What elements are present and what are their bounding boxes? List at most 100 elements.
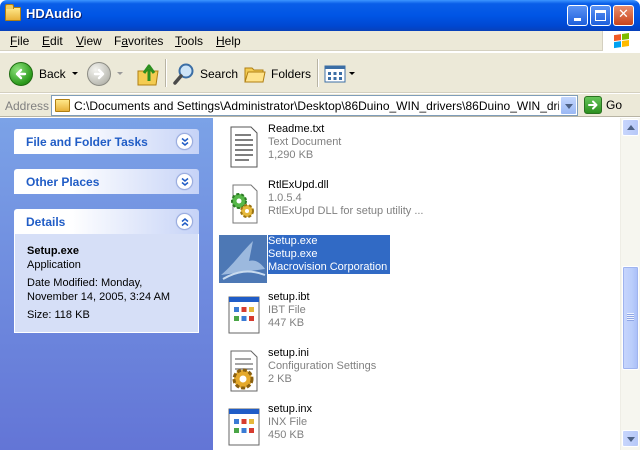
generic-file-icon [219,291,267,339]
file-name: RtlExUpd.dll [268,179,329,191]
other-places-panel: Other Places [14,169,199,194]
scroll-up-button[interactable] [622,119,639,136]
other-places-title: Other Places [26,175,100,189]
setup-exe-icon [219,235,267,283]
address-label: Address [5,99,50,113]
file-size: 1,290 KB [268,149,314,161]
file-folder-tasks-panel: File and Folder Tasks [14,129,199,154]
scroll-down-button[interactable] [622,430,639,447]
menu-help[interactable]: Help [216,34,241,48]
go-button[interactable]: Go [584,96,622,114]
views-icon [324,65,346,82]
up-button[interactable] [136,59,160,88]
details-file-name: Setup.exe [27,245,79,257]
up-folder-icon [137,64,159,85]
expand-chevron-icon[interactable] [176,133,193,150]
text-document-icon [219,123,267,171]
details-modified: Date Modified: Monday, [27,277,143,289]
file-folder-tasks-header[interactable]: File and Folder Tasks [14,129,199,154]
file-type: IBT File [268,304,306,316]
address-input[interactable]: C:\Documents and Settings\Administrator\… [51,95,578,116]
file-type: Text Document [268,136,342,148]
file-name: Setup.exe [268,235,318,247]
dll-gear-icon [219,179,267,227]
views-button[interactable] [324,59,355,88]
maximize-button[interactable] [590,5,611,26]
file-company: Macrovision Corporation [268,261,388,273]
address-bar: Address C:\Documents and Settings\Admini… [0,94,640,117]
task-pane: File and Folder Tasks Other Places Detai… [0,118,213,450]
maximize-icon [595,10,606,21]
views-dropdown-icon[interactable] [349,72,355,75]
menu-bar: File Edit View Favorites Tools Help [0,31,640,51]
back-button[interactable]: Back [9,59,78,88]
window-title: HDAudio [26,6,82,21]
folders-label: Folders [271,66,312,81]
address-path: C:\Documents and Settings\Administrator\… [74,99,559,113]
back-arrow-icon [9,61,33,86]
minimize-icon [574,18,581,21]
file-item[interactable]: setup.ibt IBT File 447 KB [213,288,613,342]
go-label: Go [606,98,623,112]
toolbar-separator [165,59,167,87]
scroll-thumb[interactable] [622,266,639,370]
file-item[interactable]: RtlExUpd.dll 1.0.5.4 RtlExUpd DLL for se… [213,176,613,230]
details-size: Size: 118 KB [27,309,90,321]
menu-file[interactable]: File [10,34,29,48]
file-item[interactable]: Readme.txt Text Document 1,290 KB [213,120,613,174]
file-item-selected[interactable]: Setup.exe Setup.exe Macrovision Corporat… [213,232,613,286]
file-folder-tasks-title: File and Folder Tasks [26,135,148,149]
go-arrow-icon [584,96,602,114]
search-button[interactable]: Search [172,59,238,88]
config-settings-icon [219,347,267,395]
details-title: Details [26,215,66,229]
menu-tools[interactable]: Tools [175,34,203,48]
file-size: 447 KB [268,317,305,329]
forward-arrow-icon [87,61,111,86]
windows-logo [602,31,640,51]
back-dropdown-icon[interactable] [71,72,78,75]
file-type: Configuration Settings [268,360,377,372]
file-item[interactable]: setup.ini Configuration Settings 2 KB [213,344,613,398]
file-item[interactable]: setup.inx INX File 450 KB [213,400,613,450]
collapse-chevron-icon[interactable] [176,213,193,230]
other-places-header[interactable]: Other Places [14,169,199,194]
details-modified-date: November 14, 2005, 3:24 AM [27,291,171,303]
toolbar-separator [317,59,319,87]
title-bar[interactable]: HDAudio ✕ [0,0,640,31]
windows-flag-icon [614,33,630,49]
file-type: INX File [268,416,308,428]
file-name: setup.ini [268,347,309,359]
file-description: RtlExUpd DLL for setup utility ... [268,205,424,217]
search-label: Search [200,66,239,81]
file-version: 1.0.5.4 [268,192,302,204]
menu-edit[interactable]: Edit [42,34,63,48]
menu-view[interactable]: View [76,34,102,48]
forward-dropdown-icon[interactable] [117,72,123,75]
details-body: Setup.exe Application Date Modified: Mon… [14,234,199,333]
file-size: 2 KB [268,373,292,385]
details-file-type: Application [27,259,81,271]
details-panel: Details Setup.exe Application Date Modif… [14,209,199,333]
file-description: Setup.exe [268,248,318,260]
vertical-scrollbar[interactable] [620,118,640,450]
forward-button[interactable] [87,59,123,88]
folder-icon [55,99,70,112]
folder-icon [5,4,21,21]
menu-favorites[interactable]: Favorites [114,34,163,48]
search-icon [173,63,194,85]
close-icon: ✕ [618,7,629,22]
file-list[interactable]: Readme.txt Text Document 1,290 KB RtlExU… [213,118,620,450]
file-name: setup.inx [268,403,313,415]
address-dropdown-button[interactable] [560,96,577,115]
folders-icon [244,67,266,82]
file-size: 450 KB [268,429,305,441]
file-name: setup.ibt [268,291,310,303]
expand-chevron-icon[interactable] [176,173,193,190]
folders-button[interactable]: Folders [243,59,311,88]
toolbar: Back Search Folders [0,52,640,93]
details-header[interactable]: Details [14,209,199,234]
close-button[interactable]: ✕ [613,5,634,26]
minimize-button[interactable] [567,5,588,26]
file-name: Readme.txt [268,123,325,135]
